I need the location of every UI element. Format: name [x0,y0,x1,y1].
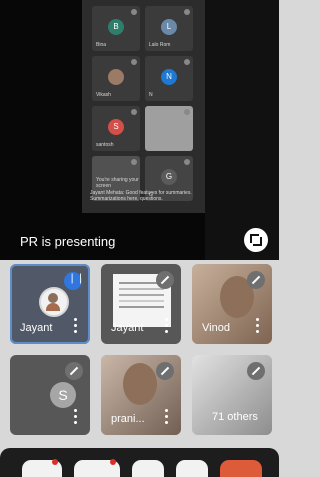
more-options-icon[interactable] [256,318,260,334]
call-controls-bar [0,448,279,477]
participant-name: Jayant [20,322,53,334]
mini-tile-vikash: Vikash [92,56,140,101]
mini-tile-lalo: L Lalo Rom [145,6,193,51]
fullscreen-icon[interactable] [244,228,268,252]
participant-tile-prani[interactable]: prani... [101,355,181,435]
mute-icon [184,59,190,65]
more-button[interactable] [176,460,208,477]
avatar-initial: S [50,382,76,408]
mini-video-tile [145,106,193,151]
participant-tile-jayant-share[interactable]: Jayant [101,264,181,344]
alert-badge [110,459,116,465]
leave-call-button[interactable] [220,460,262,477]
mute-icon [184,9,190,15]
avatar [39,287,69,317]
others-count: 71 others [212,411,258,423]
speaking-icon [64,272,85,290]
mini-label: You're sharing your screen [96,177,139,189]
mini-label: N [149,92,153,98]
mini-avatar: N [161,69,177,85]
mini-avatar: S [108,119,124,135]
side-strip [205,0,279,260]
mini-tile-n: N N [145,56,193,101]
mini-label: Bina [96,42,107,48]
participant-tile-s[interactable]: S [10,355,90,435]
mute-icon [156,362,174,380]
mute-icon [131,159,137,165]
caption-text: Jayant Mehata: Good features for summari… [90,190,192,202]
participant-name: Jayant [111,322,144,334]
mini-avatar [108,69,124,85]
mute-icon [131,59,137,65]
participant-tile-vinod[interactable]: Vinod [192,264,272,344]
mute-icon [247,362,265,380]
mini-tile-santosh: S santosh [92,106,140,151]
mute-icon [184,159,190,165]
mute-icon [184,109,190,115]
participant-name: Vinod [202,322,230,334]
mini-avatar: G [161,169,177,185]
mini-label: Vikash [96,92,111,98]
mini-label: santosh [96,142,114,148]
mute-icon [65,362,83,380]
presenting-label: PR is presenting [20,234,116,249]
more-options-icon[interactable] [74,409,78,425]
mute-icon [247,271,265,289]
face [123,363,157,405]
mini-avatar: B [108,19,124,35]
shared-screen-preview: B Bina L Lalo Rom Vikash N N S santosh Y… [82,0,205,213]
camera-button[interactable] [74,459,120,477]
mute-icon [156,271,174,289]
alert-badge [52,459,58,465]
mute-icon [131,9,137,15]
mic-button[interactable] [22,459,62,477]
presentation-stage[interactable]: B Bina L Lalo Rom Vikash N N S santosh Y… [0,0,279,260]
more-options-icon[interactable] [165,318,169,334]
participant-name: prani... [111,413,145,425]
mute-icon [131,109,137,115]
mini-label: Lalo Rom [149,42,171,48]
mini-tile-bina: B Bina [92,6,140,51]
reaction-button[interactable] [132,460,164,477]
mini-avatar: L [161,19,177,35]
more-options-icon[interactable] [165,409,169,425]
participant-tile-jayant[interactable]: Jayant [10,264,90,344]
others-tile[interactable]: 71 others [192,355,272,435]
more-options-icon[interactable] [74,318,78,334]
